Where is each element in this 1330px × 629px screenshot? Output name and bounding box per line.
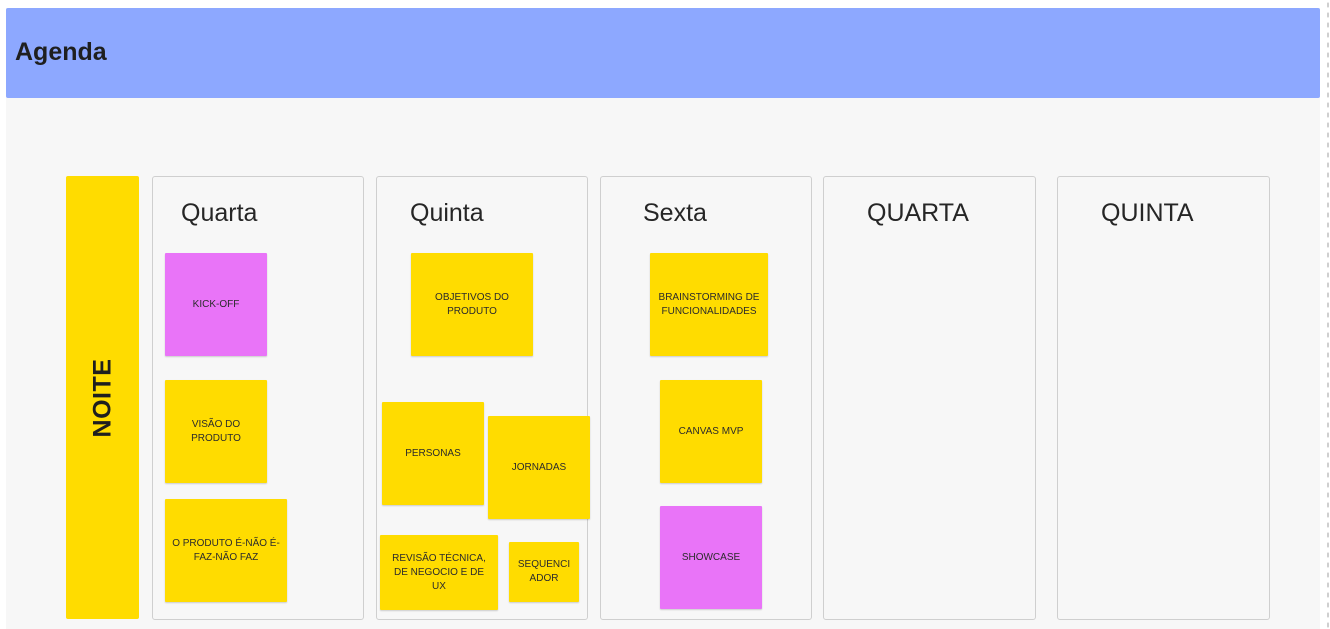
sticky-note[interactable]: VISÃO DO PRODUTO [165, 380, 267, 483]
sticky-note-text: KICK-OFF [192, 298, 240, 310]
noite-section-label[interactable]: NOITE [66, 176, 139, 619]
sticky-note[interactable]: REVISÃO TÉCNICA, DE NEGOCIO E DE UX [380, 535, 498, 610]
column-title: QUINTA [1101, 199, 1194, 227]
sticky-note-text: PERSONAS [405, 447, 461, 459]
sticky-note-text: REVISÃO TÉCNICA, DE NEGOCIO E DE UX [392, 552, 486, 592]
side-label-text: NOITE [88, 358, 116, 437]
sticky-note[interactable]: OBJETIVOS DO PRODUTO [411, 253, 533, 356]
column-title: Quinta [410, 199, 484, 227]
sticky-note-text: SEQUENCI ADOR [517, 559, 571, 584]
sticky-note[interactable]: SHOWCASE [660, 506, 762, 609]
sticky-note-text: VISÃO DO PRODUTO [191, 418, 241, 444]
board-title: Agenda [15, 37, 107, 66]
sticky-note-text: SHOWCASE [681, 551, 741, 563]
sticky-note[interactable]: O PRODUTO É-NÃO É- FAZ-NÃO FAZ [165, 499, 287, 602]
sticky-note-text: CANVAS MVP [678, 425, 744, 437]
agenda-header[interactable]: Agenda [6, 8, 1320, 98]
column-quinta-2[interactable]: QUINTA [1057, 176, 1270, 620]
sticky-note[interactable]: BRAINSTORMING DE FUNCIONALIDADES [650, 253, 768, 356]
column-quarta-2[interactable]: QUARTA [823, 176, 1036, 620]
sticky-note-text: BRAINSTORMING DE FUNCIONALIDADES [658, 291, 760, 317]
canvas-edge-scrollbar[interactable] [1326, 0, 1330, 629]
sticky-note[interactable]: JORNADAS [488, 416, 590, 519]
column-title: Quarta [181, 199, 258, 227]
column-title: Sexta [643, 199, 707, 227]
sticky-note[interactable]: CANVAS MVP [660, 380, 762, 483]
sticky-note-text: JORNADAS [511, 461, 567, 473]
sticky-note-text: OBJETIVOS DO PRODUTO [435, 291, 509, 317]
sticky-note[interactable]: SEQUENCI ADOR [509, 542, 579, 602]
sticky-note-text: O PRODUTO É-NÃO É- FAZ-NÃO FAZ [172, 537, 280, 563]
sticky-note[interactable]: PERSONAS [382, 402, 484, 505]
sticky-note[interactable]: KICK-OFF [165, 253, 267, 356]
column-title: QUARTA [867, 199, 969, 227]
